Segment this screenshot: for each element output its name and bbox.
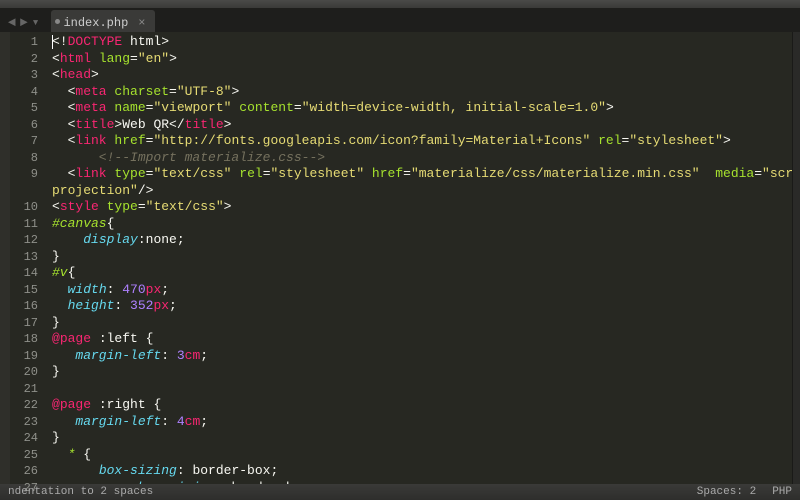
- line-number: 9: [10, 166, 48, 183]
- line-number: 6: [10, 117, 48, 134]
- minimap-scrollbar[interactable]: [792, 32, 800, 484]
- gutter-stripe: [0, 32, 10, 484]
- line-number: 21: [10, 381, 48, 398]
- status-language[interactable]: PHP: [772, 486, 792, 498]
- line-number: 19: [10, 348, 48, 365]
- line-number: 25: [10, 447, 48, 464]
- line-number: 18: [10, 331, 48, 348]
- line-number: 16: [10, 298, 48, 315]
- status-bar: ndentation to 2 spaces Spaces: 2 PHP: [0, 484, 800, 500]
- tab-nav: ◄ ► ▾: [0, 15, 47, 32]
- line-number: [10, 183, 48, 200]
- tab-index-php[interactable]: index.php ×: [51, 10, 155, 32]
- editor-area[interactable]: 1234567891011121314151617181920212223242…: [0, 32, 800, 484]
- line-number: 1: [10, 34, 48, 51]
- line-number-gutter: 1234567891011121314151617181920212223242…: [10, 32, 48, 484]
- nav-forward-icon[interactable]: ►: [20, 15, 28, 30]
- code-view[interactable]: <!DOCTYPE html> <html lang="en"> <head> …: [48, 32, 792, 484]
- line-number: 5: [10, 100, 48, 117]
- status-indent[interactable]: Spaces: 2: [697, 486, 756, 498]
- line-number: 7: [10, 133, 48, 150]
- tab-close-icon[interactable]: ×: [138, 16, 145, 30]
- line-number: 10: [10, 199, 48, 216]
- line-number: 22: [10, 397, 48, 414]
- line-number: 8: [10, 150, 48, 167]
- line-number: 11: [10, 216, 48, 233]
- dirty-indicator-icon: [55, 19, 60, 24]
- nav-down-icon[interactable]: ▾: [32, 15, 40, 30]
- window-titlebar: [0, 0, 800, 8]
- line-number: 13: [10, 249, 48, 266]
- nav-back-icon[interactable]: ◄: [8, 15, 16, 30]
- status-left[interactable]: ndentation to 2 spaces: [8, 486, 153, 498]
- line-number: 3: [10, 67, 48, 84]
- line-number: 4: [10, 84, 48, 101]
- line-number: 23: [10, 414, 48, 431]
- line-number: 20: [10, 364, 48, 381]
- line-number: 24: [10, 430, 48, 447]
- tab-bar: ◄ ► ▾ index.php ×: [0, 8, 800, 32]
- line-number: 2: [10, 51, 48, 68]
- line-number: 14: [10, 265, 48, 282]
- line-number: 26: [10, 463, 48, 480]
- line-number: 15: [10, 282, 48, 299]
- line-number: 12: [10, 232, 48, 249]
- tab-filename: index.php: [63, 16, 128, 30]
- line-number: 17: [10, 315, 48, 332]
